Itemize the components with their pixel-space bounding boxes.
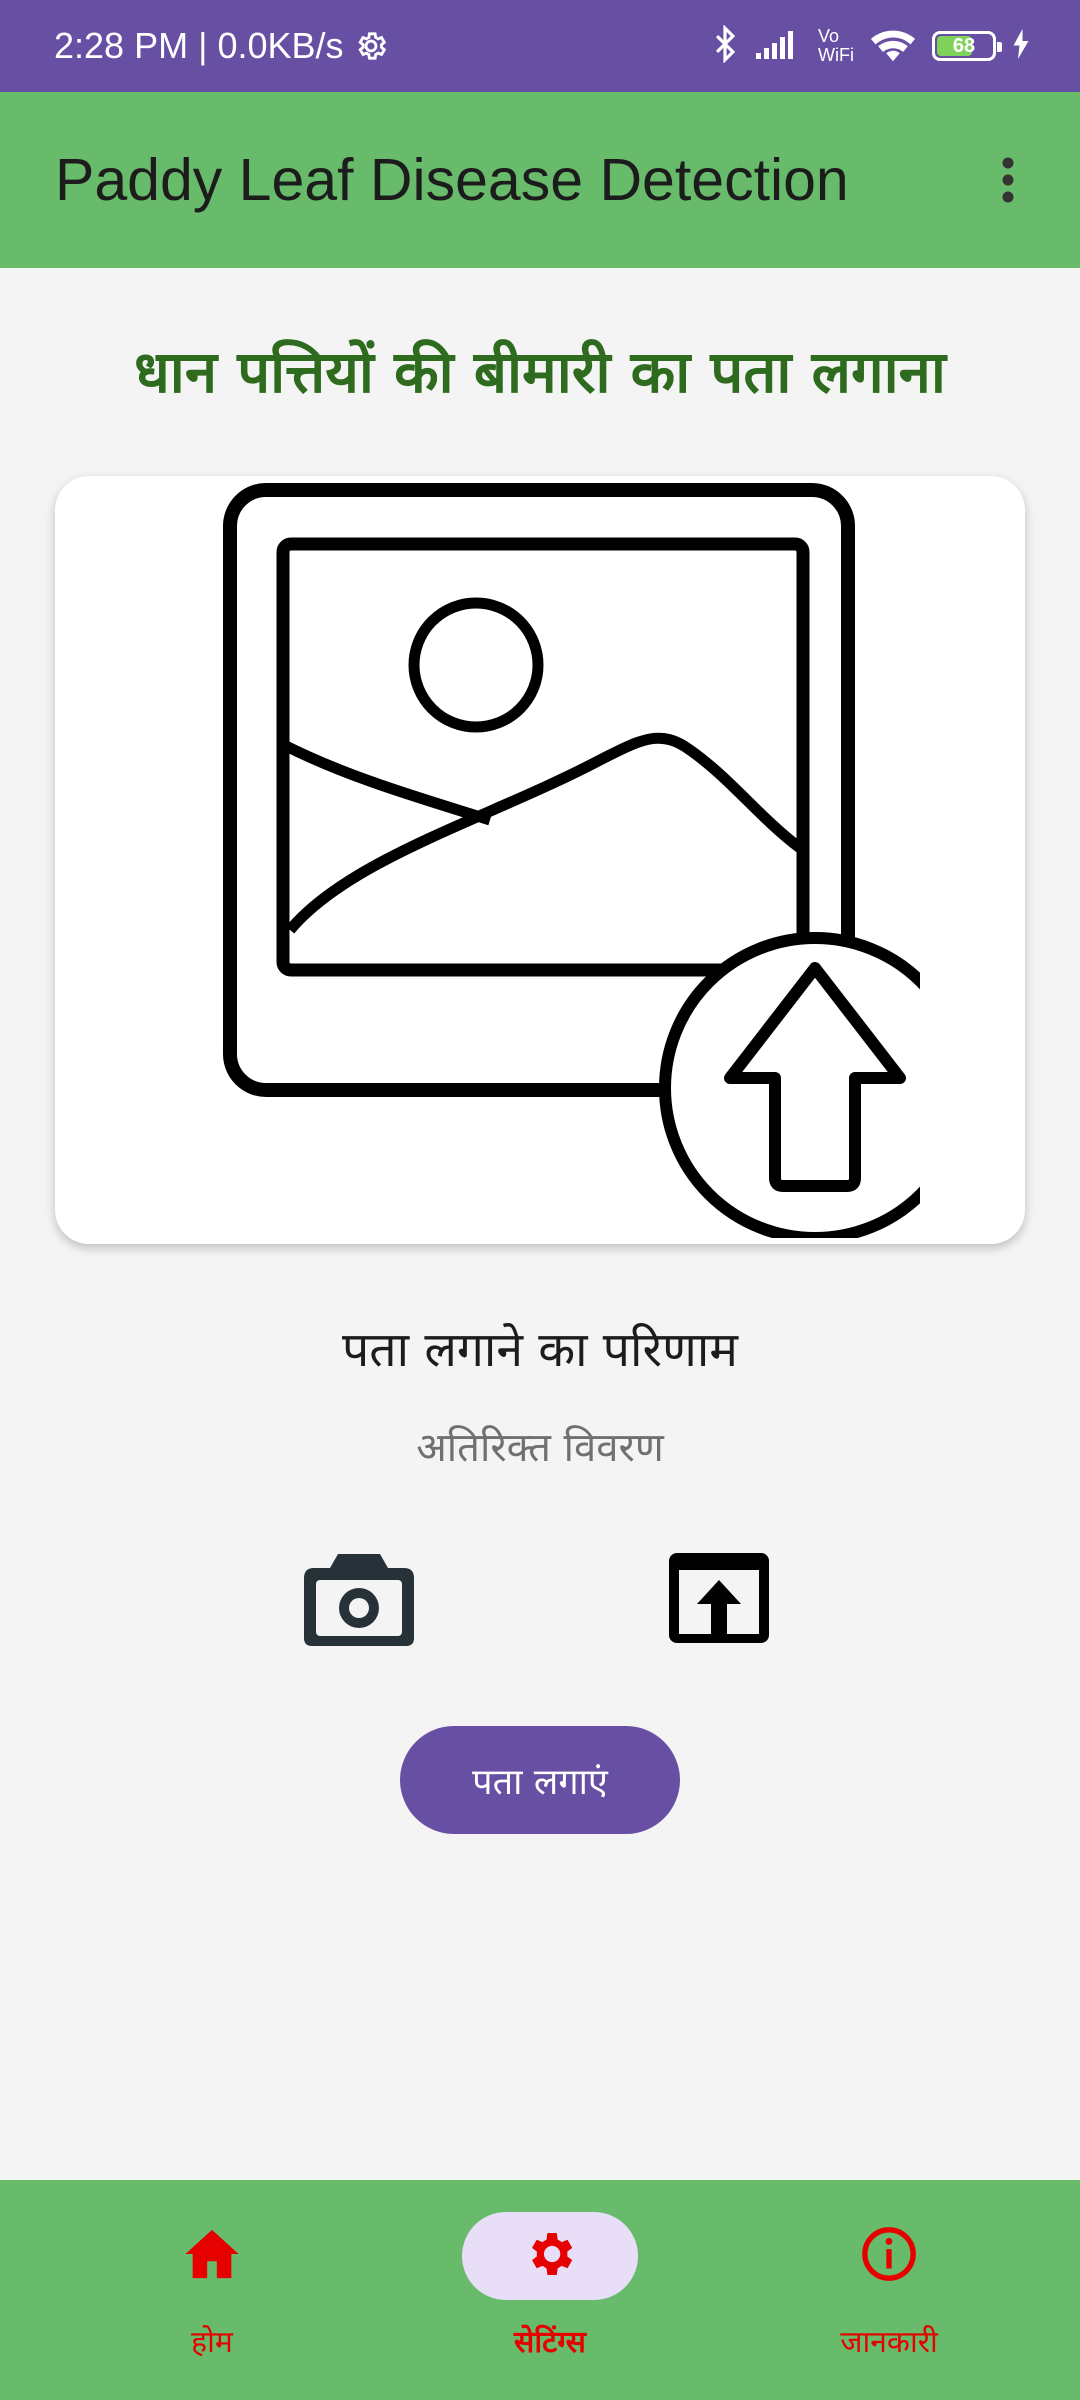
camera-icon — [300, 1546, 418, 1654]
app-screen: 2:28 PM | 0.0KB/s Vo WiFi 68 Paddy Leaf … — [0, 0, 1080, 2400]
nav-label-settings: सेटिंग्स — [514, 2325, 586, 2360]
detection-result-details: अतिरिक्त विवरण — [416, 1425, 664, 1471]
wifi-icon — [870, 26, 916, 66]
status-left: 2:28 PM | 0.0KB/s — [54, 25, 388, 67]
home-icon — [183, 2227, 241, 2285]
battery-icon: 68 — [932, 31, 1002, 61]
nav-item-settings[interactable]: सेटिंग्स — [370, 2180, 730, 2400]
nav-label-home: होम — [191, 2325, 233, 2360]
vowifi-icon: Vo WiFi — [818, 27, 854, 65]
app-bar: Paddy Leaf Disease Detection — [0, 92, 1080, 268]
status-right: Vo WiFi 68 — [712, 24, 1030, 67]
nav-item-home[interactable]: होम — [32, 2180, 392, 2400]
battery-level: 68 — [952, 34, 976, 57]
volte-top: Vo — [818, 26, 840, 46]
signal-icon — [754, 27, 802, 65]
volte-bottom: WiFi — [818, 45, 854, 65]
charging-bolt-icon — [1012, 29, 1030, 63]
settings-icon — [522, 2226, 578, 2286]
nav-icon-container — [801, 2212, 977, 2300]
nav-icon-container-active — [462, 2212, 638, 2300]
nav-label-info: जानकारी — [840, 2325, 938, 2360]
app-title: Paddy Leaf Disease Detection — [55, 147, 849, 213]
detection-result-title: पता लगाने का परिणाम — [342, 1322, 738, 1378]
camera-button[interactable] — [294, 1540, 424, 1660]
bluetooth-icon — [712, 24, 738, 67]
status-bar: 2:28 PM | 0.0KB/s Vo WiFi 68 — [0, 0, 1080, 92]
info-icon — [860, 2225, 918, 2287]
bottom-navigation: होम सेटिंग्स जानकारी — [0, 2180, 1080, 2400]
more-vert-icon[interactable] — [978, 140, 1038, 220]
status-network-speed: 0.0KB/s — [217, 25, 344, 66]
detect-button[interactable]: पता लगाएं — [400, 1726, 680, 1834]
image-upload-icon — [160, 478, 971, 1244]
nav-item-info[interactable]: जानकारी — [709, 2180, 1069, 2400]
image-preview-card[interactable] — [55, 476, 1025, 1244]
status-time: 2:28 PM — [54, 25, 189, 66]
settings-gear-icon — [354, 29, 388, 63]
nav-icon-container — [124, 2212, 300, 2300]
page-headline: धान पत्तियों की बीमारी का पता लगाना — [134, 338, 946, 406]
status-separator: | — [188, 25, 218, 66]
battery-nub — [997, 42, 1002, 52]
open-upload-icon — [666, 1550, 772, 1650]
open-gallery-button[interactable] — [654, 1540, 784, 1660]
